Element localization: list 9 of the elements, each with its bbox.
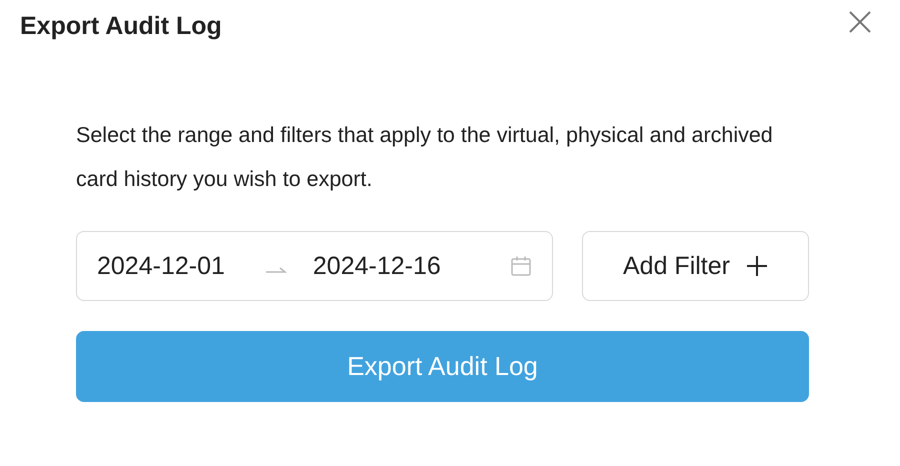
plus-icon — [746, 255, 768, 277]
start-date: 2024-12-01 — [97, 252, 225, 280]
dialog-description: Select the range and filters that apply to the virtual, physical and archived card history you wish to export. — [76, 122, 774, 193]
calendar-icon — [510, 255, 532, 277]
date-range-field[interactable]: 2024-12-01 2024-12-16 — [76, 231, 553, 301]
dialog-title: Export Audit Log — [20, 11, 222, 41]
end-date: 2024-12-16 — [312, 252, 441, 280]
close-button[interactable] — [848, 10, 872, 34]
add-filter-button[interactable]: Add Filter — [582, 231, 809, 301]
